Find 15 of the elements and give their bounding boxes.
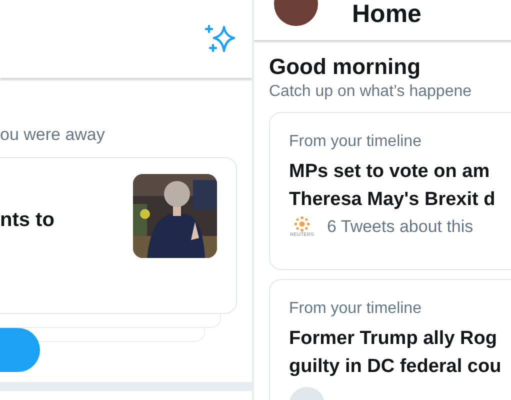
card-label: From your timeline (289, 132, 422, 152)
sparkle-icon[interactable] (202, 24, 236, 54)
story-card[interactable]: nts to (0, 157, 237, 314)
sunburst-icon (294, 216, 310, 232)
headline: Former Trump ally Rog guilty in DC federal cou (289, 327, 502, 379)
section-subtitle: ou were away (0, 124, 106, 146)
header-title: Home (352, 0, 422, 29)
card-label: From your timeline (289, 299, 422, 319)
button[interactable] (0, 328, 40, 372)
subtitle: Catch up on what’s happene (269, 82, 473, 102)
headline: MPs set to vote on am Theresa May's Brexit d (289, 160, 496, 212)
tweet-count: 6 Tweets about this (327, 217, 474, 237)
news-card[interactable]: From your timeline Former Trump ally Rog guilty in DC federal cou (269, 279, 511, 400)
story-title: nts to (0, 209, 54, 233)
greeting: Good morning (269, 53, 422, 81)
